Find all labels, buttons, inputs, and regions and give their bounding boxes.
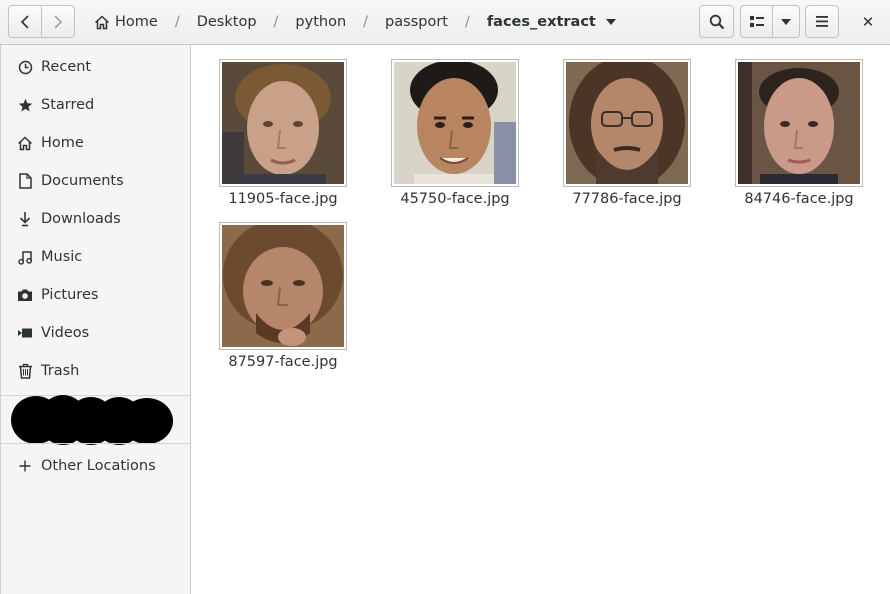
- sidebar-item-recent[interactable]: Recent: [1, 48, 191, 86]
- navigation-buttons: [8, 5, 75, 38]
- file-name: 87597-face.jpg: [228, 354, 338, 370]
- dropdown-arrow-icon: [605, 19, 616, 25]
- search-button[interactable]: [699, 5, 734, 38]
- search-icon: [709, 14, 724, 29]
- breadcrumb: Home / Desktop / python / passport / fac…: [92, 0, 618, 44]
- home-icon: [17, 135, 33, 151]
- sidebar-item-label: Other Locations: [41, 458, 156, 474]
- home-icon: [94, 14, 110, 30]
- sidebar-item-music[interactable]: Music: [1, 238, 191, 276]
- download-icon: [17, 211, 33, 227]
- file-name: 84746-face.jpg: [744, 191, 854, 207]
- camera-icon: [17, 287, 33, 303]
- chevron-down-icon: [781, 18, 791, 25]
- video-icon: [17, 325, 33, 341]
- sidebar-item-videos[interactable]: Videos: [1, 314, 191, 352]
- chevron-left-icon: [20, 14, 29, 29]
- breadcrumb-label: passport: [385, 14, 448, 30]
- chevron-right-icon: [54, 14, 63, 29]
- sidebar-item-label: Documents: [41, 173, 124, 189]
- plus-icon: [17, 458, 33, 474]
- breadcrumb-passport[interactable]: passport: [383, 14, 450, 30]
- redaction-marks: [11, 395, 173, 445]
- view-controls: [740, 5, 800, 38]
- sidebar-item-label: Trash: [41, 363, 80, 379]
- file-item[interactable]: 77786-face.jpg: [548, 56, 706, 207]
- music-icon: [17, 249, 33, 265]
- sidebar: Recent Starred Home Documents Downloads …: [0, 45, 191, 594]
- file-item[interactable]: 45750-face.jpg: [376, 59, 534, 207]
- file-thumbnail: [735, 59, 863, 187]
- redacted-scribble: [11, 395, 173, 445]
- file-item[interactable]: 84746-face.jpg: [720, 59, 878, 207]
- breadcrumb-desktop[interactable]: Desktop: [195, 14, 259, 30]
- breadcrumb-python[interactable]: python: [293, 14, 348, 30]
- sidebar-item-label: Home: [41, 135, 84, 151]
- breadcrumb-faces-extract[interactable]: faces_extract: [485, 14, 618, 30]
- breadcrumb-label: faces_extract: [486, 14, 596, 30]
- file-thumbnail: [391, 59, 519, 187]
- list-view-icon: [749, 15, 764, 27]
- sidebar-item-label: Starred: [41, 97, 95, 113]
- file-thumbnail: [563, 56, 691, 188]
- view-options-button[interactable]: [773, 5, 800, 38]
- breadcrumb-label: Desktop: [196, 14, 257, 30]
- sidebar-item-home[interactable]: Home: [1, 124, 191, 162]
- breadcrumb-separator: /: [363, 14, 369, 30]
- document-icon: [17, 173, 33, 189]
- file-item[interactable]: 11905-face.jpg: [204, 59, 362, 207]
- sidebar-item-label: Downloads: [41, 211, 121, 227]
- star-icon: [17, 97, 33, 113]
- sidebar-item-label: Pictures: [41, 287, 99, 303]
- view-mode-button[interactable]: [740, 5, 773, 38]
- face-photo: [222, 219, 344, 347]
- sidebar-item-other-locations[interactable]: Other Locations: [1, 447, 191, 485]
- close-icon: ✕: [861, 13, 875, 31]
- sidebar-item-label: Music: [41, 249, 83, 265]
- hamburger-icon: [816, 16, 828, 27]
- breadcrumb-label: python: [295, 14, 347, 30]
- sidebar-item-label: Videos: [41, 325, 90, 341]
- forward-button[interactable]: [42, 5, 75, 38]
- file-thumbnail: [219, 59, 347, 187]
- sidebar-item-pictures[interactable]: Pictures: [1, 276, 191, 314]
- face-photo: [566, 56, 688, 188]
- file-name: 11905-face.jpg: [228, 191, 338, 207]
- sidebar-item-label: Recent: [41, 59, 92, 75]
- breadcrumb-separator: /: [464, 14, 470, 30]
- breadcrumb-separator: /: [273, 14, 279, 30]
- face-photo: [222, 62, 344, 184]
- breadcrumb-label: Home: [115, 14, 158, 30]
- sidebar-item-starred[interactable]: Starred: [1, 86, 191, 124]
- sidebar-item-downloads[interactable]: Downloads: [1, 200, 191, 238]
- file-item[interactable]: 87597-face.jpg: [204, 219, 362, 370]
- sidebar-separator: [1, 443, 191, 444]
- close-button[interactable]: ✕: [855, 11, 881, 33]
- file-grid: 11905-face.jpg 45750-face.jpg 77786-face…: [191, 45, 890, 594]
- sidebar-item-trash[interactable]: Trash: [1, 352, 191, 390]
- face-photo: [394, 60, 516, 184]
- sidebar-item-documents[interactable]: Documents: [1, 162, 191, 200]
- file-name: 45750-face.jpg: [400, 191, 510, 207]
- clock-icon: [17, 59, 33, 75]
- breadcrumb-separator: /: [174, 14, 180, 30]
- file-thumbnail: [219, 219, 347, 350]
- menu-button[interactable]: [805, 5, 839, 38]
- trash-icon: [17, 363, 33, 379]
- breadcrumb-home[interactable]: Home: [92, 14, 160, 30]
- file-name: 77786-face.jpg: [572, 191, 682, 207]
- back-button[interactable]: [8, 5, 42, 38]
- header-bar: Home / Desktop / python / passport / fac…: [0, 0, 890, 45]
- face-photo: [738, 62, 860, 184]
